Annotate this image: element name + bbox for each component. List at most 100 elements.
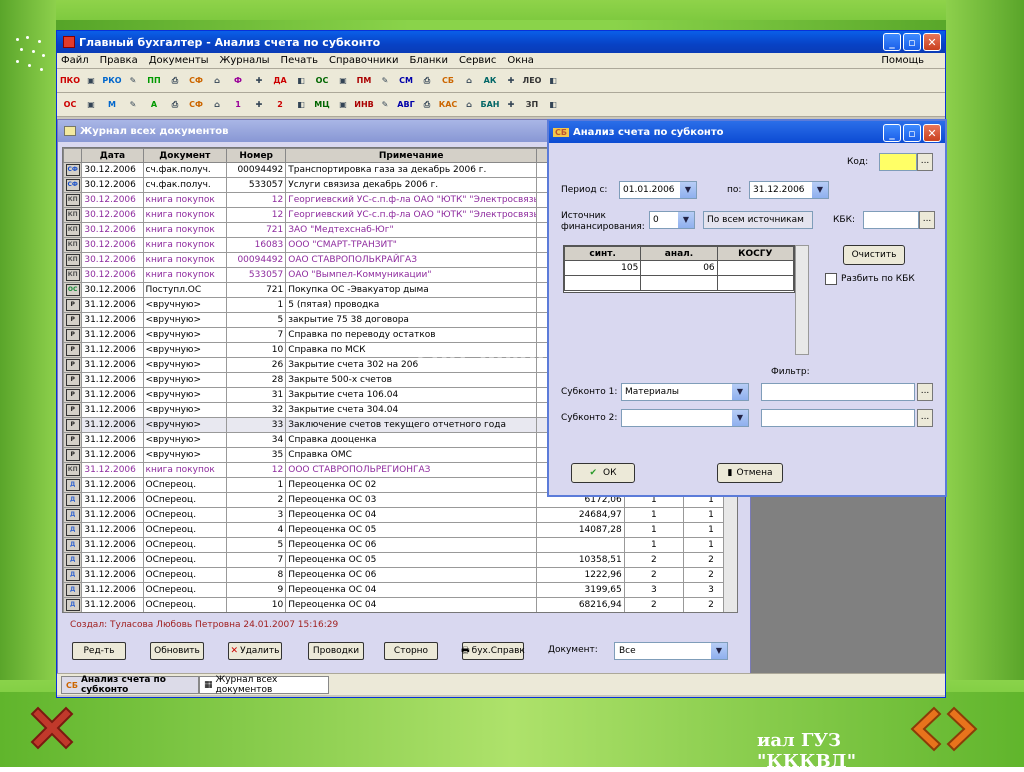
toolbar-icon[interactable]: ✎	[124, 72, 142, 90]
toolbar-button[interactable]: СФ	[187, 96, 205, 114]
code-input[interactable]	[879, 153, 917, 171]
ok-button[interactable]: ✔ ОК	[571, 463, 635, 483]
subkonto1-filter-input[interactable]	[761, 383, 915, 401]
toolbar-button[interactable]: СМ	[397, 72, 415, 90]
minimize-button[interactable]: _	[883, 33, 901, 51]
toolbar-icon[interactable]: ✚	[502, 72, 520, 90]
toolbar-button[interactable]: ПП	[145, 72, 163, 90]
menu-windows[interactable]: Окна	[507, 55, 534, 66]
table-row[interactable]: Д 31.12.2006 ОСпереоц. 4 Переоценка ОС 05 140…	[63, 522, 737, 538]
toolbar-button[interactable]: СФ	[187, 72, 205, 90]
cell-kosgu[interactable]	[716, 260, 795, 276]
accounts-grid-scrollbar[interactable]	[795, 245, 809, 355]
source-select[interactable]: 0 ▼	[649, 211, 695, 229]
toolbar-button[interactable]: КАС	[439, 96, 458, 114]
toolbar-icon[interactable]: ◧	[544, 72, 562, 90]
toolbar-button[interactable]: ИНВ	[354, 96, 374, 114]
menu-print[interactable]: Печать	[281, 55, 318, 66]
menu-journals[interactable]: Журналы	[220, 55, 270, 66]
toolbar-icon[interactable]: ⌂	[208, 96, 226, 114]
column-document[interactable]: Документ	[142, 148, 228, 163]
toolbar-button[interactable]: РКО	[102, 72, 121, 90]
toolbar-button[interactable]: М	[103, 96, 121, 114]
tab-analysis[interactable]: СБ Анализ счета по субконто	[61, 675, 199, 695]
table-row[interactable]: Д 31.12.2006 ОСпереоц. 10 Переоценка ОС 04 68…	[63, 597, 737, 612]
toolbar-icon[interactable]: ⌂	[460, 72, 478, 90]
toolbar-icon[interactable]: ⎙	[418, 96, 436, 114]
toolbar-button[interactable]: ЛЕО	[523, 72, 542, 90]
toolbar-icon[interactable]: ✚	[250, 72, 268, 90]
subkonto2-filter-button[interactable]: ...	[917, 409, 933, 427]
toolbar-button[interactable]: СБ	[439, 72, 457, 90]
dialog-minimize-button[interactable]: _	[883, 124, 901, 142]
kbk-input[interactable]	[863, 211, 919, 229]
dialog-close-button[interactable]: ✕	[923, 124, 941, 142]
toolbar-button[interactable]: АВГ	[397, 96, 415, 114]
toolbar-icon[interactable]: ⌂	[460, 96, 478, 114]
toolbar-icon[interactable]: ✎	[124, 96, 142, 114]
toolbar-button[interactable]: БАН	[481, 96, 500, 114]
toolbar-button[interactable]: 1	[229, 96, 247, 114]
cancel-button[interactable]: ▮ Отмена	[717, 463, 783, 483]
toolbar-icon[interactable]: ◧	[292, 96, 310, 114]
edit-button[interactable]: Ред-ть	[72, 642, 126, 660]
table-row[interactable]: Д 31.12.2006 ОСпереоц. 3 Переоценка ОС 04 246…	[63, 507, 737, 523]
toolbar-icon[interactable]: ✚	[250, 96, 268, 114]
column-date[interactable]: Дата	[81, 148, 144, 163]
document-filter-select[interactable]: Все ▼	[614, 642, 728, 660]
toolbar-button[interactable]: ОС	[313, 72, 331, 90]
postings-button[interactable]: Проводки	[308, 642, 364, 660]
toolbar-icon[interactable]: ⎙	[166, 72, 184, 90]
clear-button[interactable]: Очистить	[843, 245, 905, 265]
menu-forms[interactable]: Бланки	[409, 55, 447, 66]
toolbar-icon[interactable]: ✎	[376, 72, 394, 90]
toolbar-icon[interactable]: ▣	[82, 72, 100, 90]
subkonto1-filter-button[interactable]: ...	[917, 383, 933, 401]
toolbar-button[interactable]: ДА	[271, 72, 289, 90]
toolbar-icon[interactable]: ✚	[502, 96, 520, 114]
toolbar-icon[interactable]: ▣	[334, 72, 352, 90]
toolbar-button[interactable]: ОС	[61, 96, 79, 114]
cell-synthetic[interactable]: 105	[563, 260, 642, 276]
toolbar-button[interactable]: Ф	[229, 72, 247, 90]
kbk-lookup-button[interactable]: ...	[919, 211, 935, 229]
cell-analytic[interactable]: 06	[640, 260, 718, 276]
close-x-icon[interactable]	[28, 704, 76, 752]
toolbar-button[interactable]: АК	[481, 72, 499, 90]
table-row[interactable]: Д 31.12.2006 ОСпереоц. 8 Переоценка ОС 06 122…	[63, 567, 737, 583]
subkonto2-filter-input[interactable]	[761, 409, 915, 427]
refresh-button[interactable]: Обновить	[150, 642, 204, 660]
menu-documents[interactable]: Документы	[149, 55, 209, 66]
toolbar-icon[interactable]: ◧	[292, 72, 310, 90]
toolbar-button[interactable]: ЗП	[523, 96, 541, 114]
toolbar-button[interactable]: ПМ	[355, 72, 373, 90]
period-to-input[interactable]: 31.12.2006 ▼	[749, 181, 829, 199]
table-row[interactable]: Д 31.12.2006 ОСпереоц. 5 Переоценка ОС 06 1 1	[63, 537, 737, 553]
column-note[interactable]: Примечание	[285, 148, 538, 163]
toolbar-button[interactable]: МЦ	[313, 96, 331, 114]
toolbar-icon[interactable]: ⌂	[208, 72, 226, 90]
toolbar-icon[interactable]: ◧	[544, 96, 562, 114]
split-kbk-checkbox[interactable]	[825, 273, 837, 285]
restore-button[interactable]: ▫	[903, 33, 921, 51]
reference-button[interactable]: 🖶 бух.Справк	[461, 642, 525, 660]
menu-file[interactable]: Файл	[61, 55, 89, 66]
column-number[interactable]: Номер	[226, 148, 287, 163]
accounts-grid[interactable]: синт. анал. КОСГУ 105 06	[563, 245, 795, 293]
toolbar-icon[interactable]: ✎	[376, 96, 394, 114]
period-from-input[interactable]: 01.01.2006 ▼	[619, 181, 697, 199]
dialog-maximize-button[interactable]: ▫	[903, 124, 921, 142]
toolbar-icon[interactable]: ⎙	[418, 72, 436, 90]
table-row[interactable]: Д 31.12.2006 ОСпереоц. 9 Переоценка ОС 04 319…	[63, 582, 737, 598]
close-button[interactable]: ✕	[923, 33, 941, 51]
delete-button[interactable]: ✕ Удалить	[228, 642, 282, 660]
subkonto2-select[interactable]: ▼	[621, 409, 749, 427]
toolbar-icon[interactable]: ▣	[82, 96, 100, 114]
menu-edit[interactable]: Правка	[100, 55, 138, 66]
menu-references[interactable]: Справочники	[329, 55, 399, 66]
toolbar-button[interactable]: 2	[271, 96, 289, 114]
subkonto1-select[interactable]: Материалы ▼	[621, 383, 749, 401]
menu-help[interactable]: Помощь	[881, 55, 924, 66]
toolbar-icon[interactable]: ⎙	[166, 96, 184, 114]
code-lookup-button[interactable]: ...	[917, 153, 933, 171]
